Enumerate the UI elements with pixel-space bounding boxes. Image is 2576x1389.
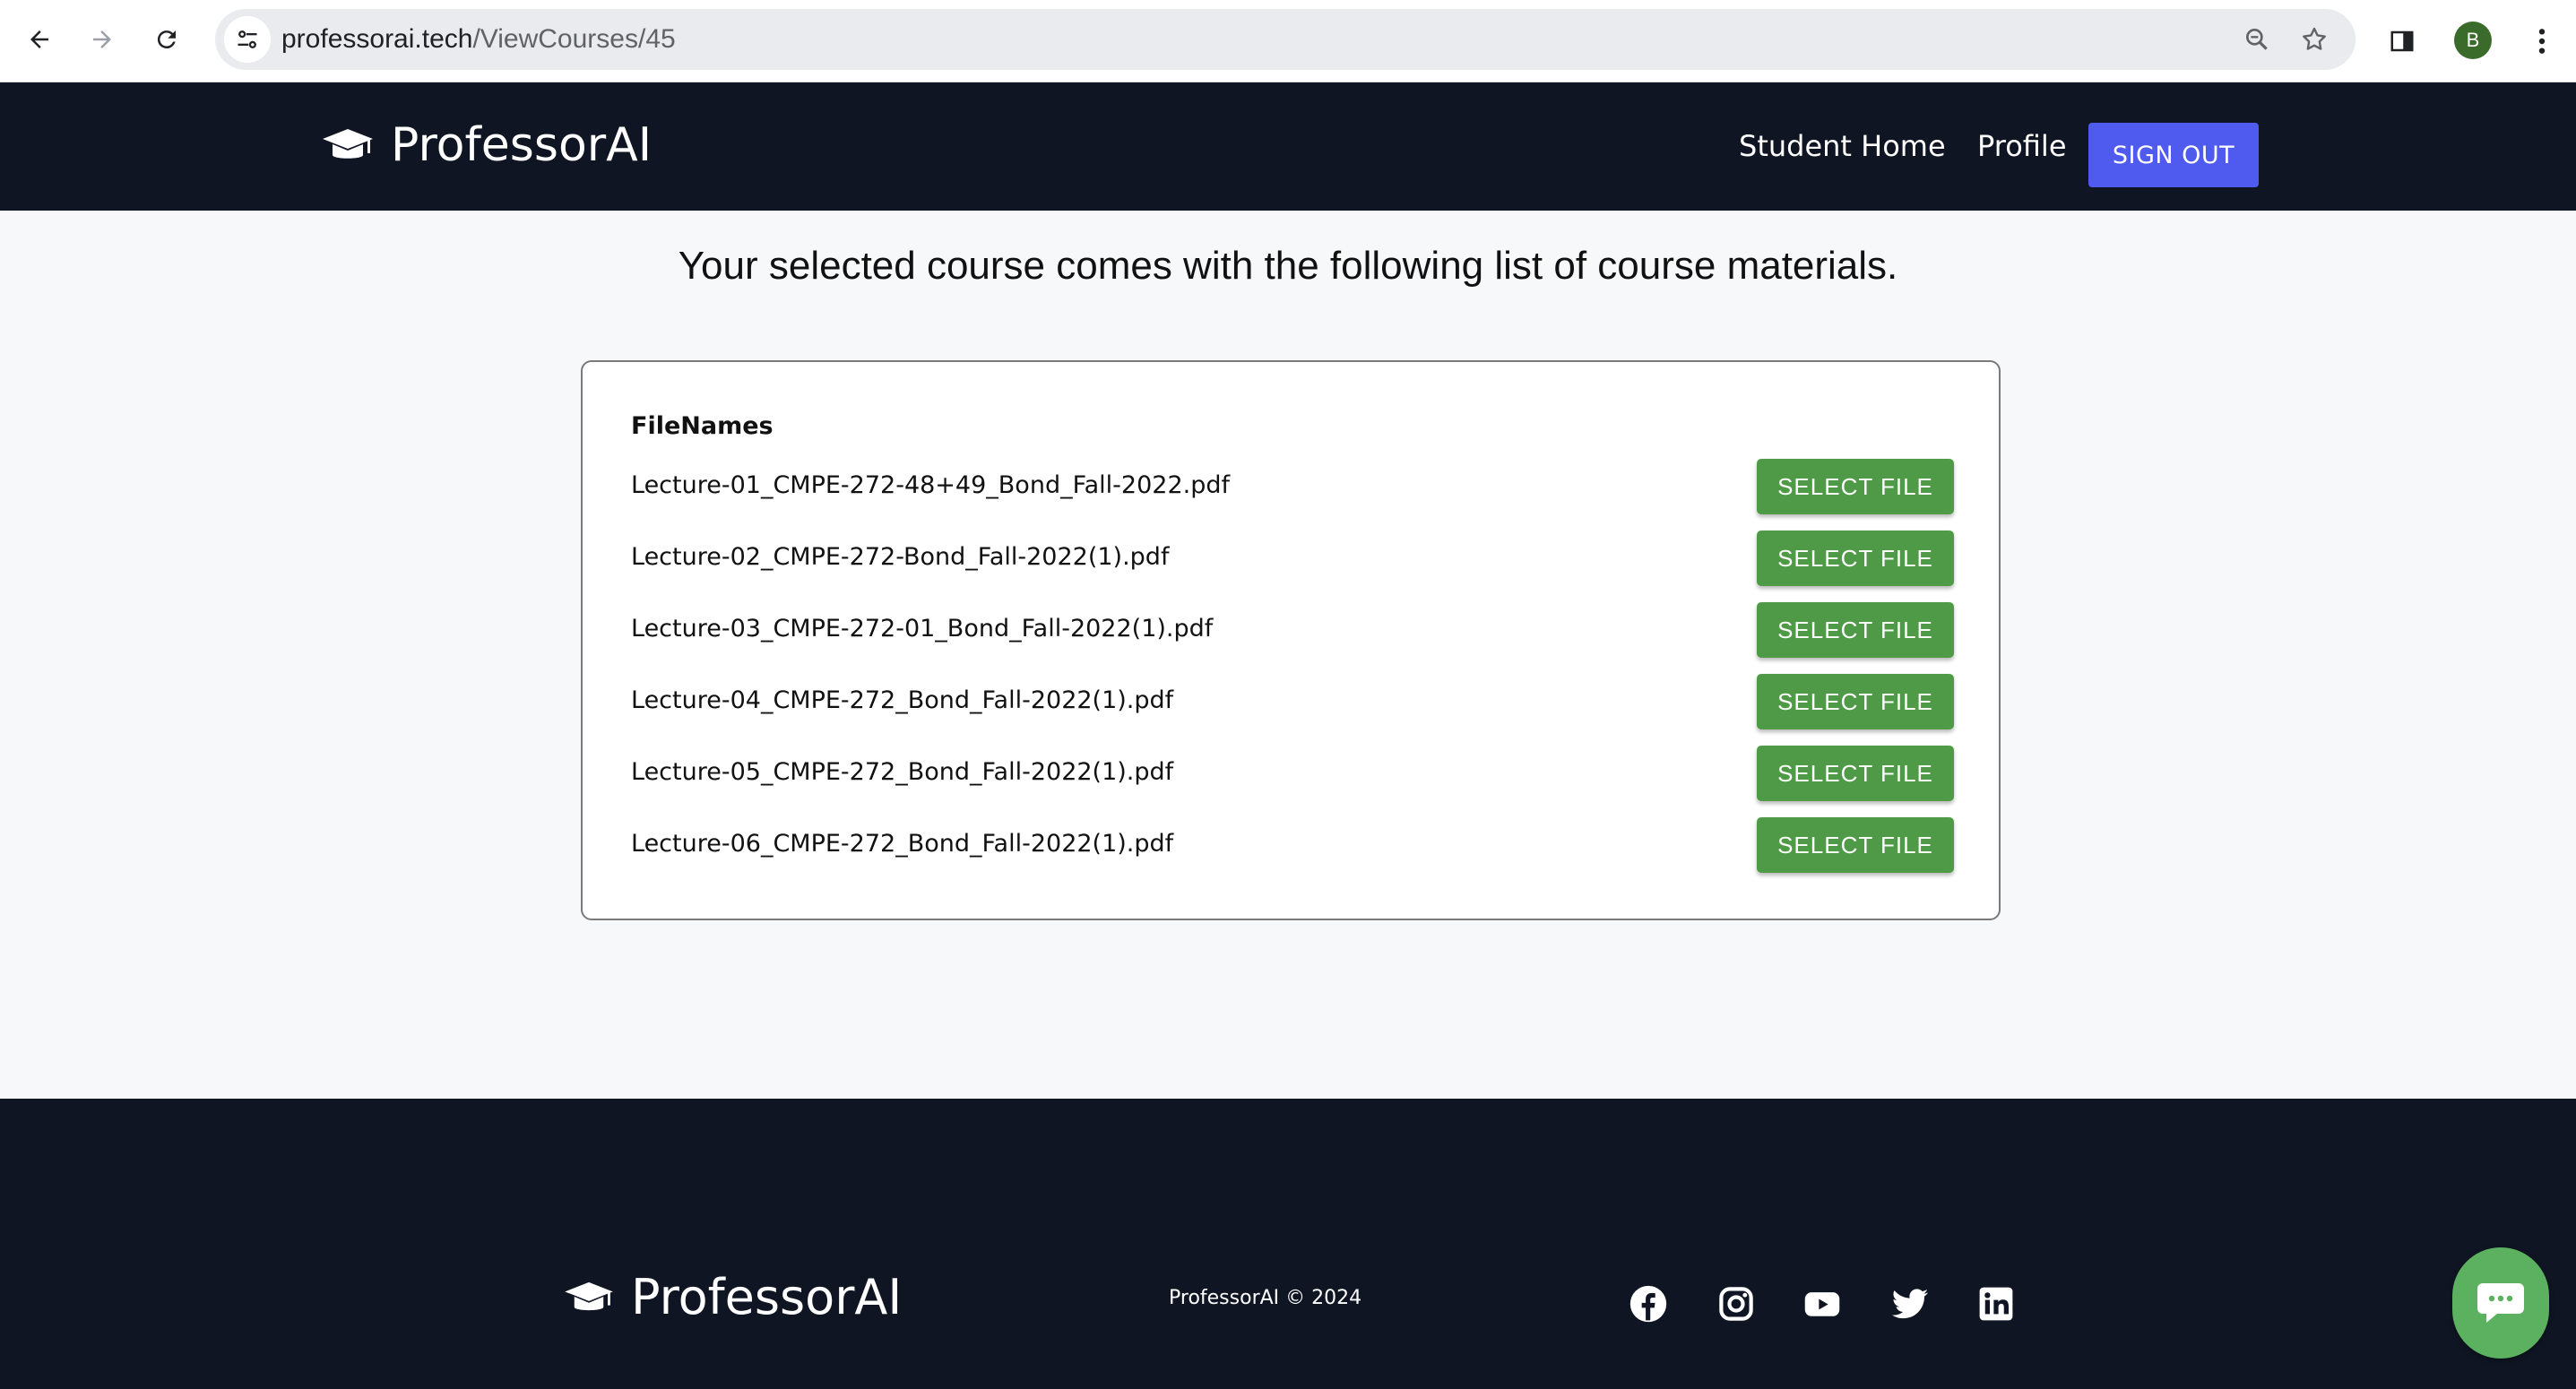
instagram-icon xyxy=(1719,1287,1753,1321)
facebook-link[interactable] xyxy=(1628,1283,1669,1324)
chat-icon xyxy=(2477,1283,2524,1323)
graduation-cap-icon xyxy=(323,129,373,159)
select-file-button[interactable]: SELECT FILE xyxy=(1757,674,1954,729)
linkedin-link[interactable] xyxy=(1975,1283,2017,1324)
url-path: /ViewCourses/45 xyxy=(472,24,676,54)
youtube-icon xyxy=(1804,1292,1840,1316)
nav-student-home[interactable]: Student Home xyxy=(1739,129,1946,163)
tune-icon xyxy=(238,30,257,48)
nav-profile[interactable]: Profile xyxy=(1977,129,2067,163)
file-row: Lecture-05_CMPE-272_Bond_Fall-2022(1).pd… xyxy=(631,746,1954,803)
graduation-cap-icon xyxy=(565,1281,613,1310)
file-row: Lecture-04_CMPE-272_Bond_Fall-2022(1).pd… xyxy=(631,674,1954,731)
select-file-button[interactable]: SELECT FILE xyxy=(1757,459,1954,514)
side-panel-button[interactable] xyxy=(2382,22,2422,61)
profile-avatar[interactable]: B xyxy=(2454,22,2492,59)
file-row: Lecture-02_CMPE-272-Bond_Fall-2022(1).pd… xyxy=(631,531,1954,588)
sign-out-button[interactable]: SIGN OUT xyxy=(2088,123,2259,187)
more-vert-icon xyxy=(2538,29,2546,54)
arrow-left-icon xyxy=(30,30,48,48)
site-footer: ProfessorAI ProfessorAI © 2024 xyxy=(0,1099,2576,1389)
select-file-button[interactable]: SELECT FILE xyxy=(1757,531,1954,586)
select-file-button[interactable]: SELECT FILE xyxy=(1757,817,1954,873)
copyright-text: ProfessorAI © 2024 xyxy=(1169,1287,1362,1309)
file-name: Lecture-03_CMPE-272-01_Bond_Fall-2022(1)… xyxy=(631,615,1214,643)
arrow-right-icon xyxy=(93,30,111,48)
facebook-icon xyxy=(1629,1285,1667,1323)
youtube-link[interactable] xyxy=(1802,1283,1843,1324)
url-host: professorai.tech xyxy=(281,24,473,54)
reload-button[interactable] xyxy=(147,20,186,59)
chat-widget-button[interactable] xyxy=(2452,1247,2549,1359)
file-row: Lecture-01_CMPE-272-48+49_Bond_Fall-2022… xyxy=(631,459,1954,516)
zoom-button[interactable] xyxy=(2239,22,2275,57)
bookmark-button[interactable] xyxy=(2296,22,2332,57)
zoom-icon xyxy=(2246,28,2268,50)
course-materials-card: FileNames Lecture-01_CMPE-272-48+49_Bond… xyxy=(581,360,2001,920)
twitter-link[interactable] xyxy=(1889,1283,1931,1324)
footer-brand[interactable]: ProfessorAI xyxy=(563,1269,902,1325)
file-row: Lecture-03_CMPE-272-01_Bond_Fall-2022(1)… xyxy=(631,602,1954,660)
brand-name: ProfessorAI xyxy=(391,118,653,172)
instagram-link[interactable] xyxy=(1716,1283,1757,1324)
browser-toolbar: professorai.tech/ViewCourses/45 B xyxy=(0,0,2576,82)
site-info-button[interactable] xyxy=(224,16,271,63)
footer-brand-name: ProfessorAI xyxy=(631,1269,903,1325)
linkedin-icon xyxy=(1979,1287,2013,1321)
browser-menu-button[interactable] xyxy=(2526,22,2558,61)
select-file-button[interactable]: SELECT FILE xyxy=(1757,602,1954,658)
forward-button[interactable] xyxy=(82,20,122,59)
twitter-icon xyxy=(1891,1289,1929,1319)
back-button[interactable] xyxy=(20,20,59,59)
file-name: Lecture-06_CMPE-272_Bond_Fall-2022(1).pd… xyxy=(631,830,1174,858)
star-icon xyxy=(2303,27,2326,50)
reload-icon xyxy=(157,30,176,49)
file-name: Lecture-05_CMPE-272_Bond_Fall-2022(1).pd… xyxy=(631,758,1174,786)
select-file-button[interactable]: SELECT FILE xyxy=(1757,746,1954,801)
file-row: Lecture-06_CMPE-272_Bond_Fall-2022(1).pd… xyxy=(631,817,1954,875)
page-heading: Your selected course comes with the foll… xyxy=(678,244,1898,288)
url-text: professorai.tech/ViewCourses/45 xyxy=(281,23,676,56)
file-name: Lecture-04_CMPE-272_Bond_Fall-2022(1).pd… xyxy=(631,686,1174,714)
address-bar[interactable]: professorai.tech/ViewCourses/45 xyxy=(215,9,2356,70)
file-name: Lecture-02_CMPE-272-Bond_Fall-2022(1).pd… xyxy=(631,543,1170,571)
side-panel-icon xyxy=(2390,30,2414,52)
header-brand[interactable]: ProfessorAI xyxy=(321,118,652,172)
file-name: Lecture-01_CMPE-272-48+49_Bond_Fall-2022… xyxy=(631,471,1230,499)
app-header: ProfessorAI Student Home Profile SIGN OU… xyxy=(0,82,2576,211)
filenames-column-header: FileNames xyxy=(631,412,774,440)
